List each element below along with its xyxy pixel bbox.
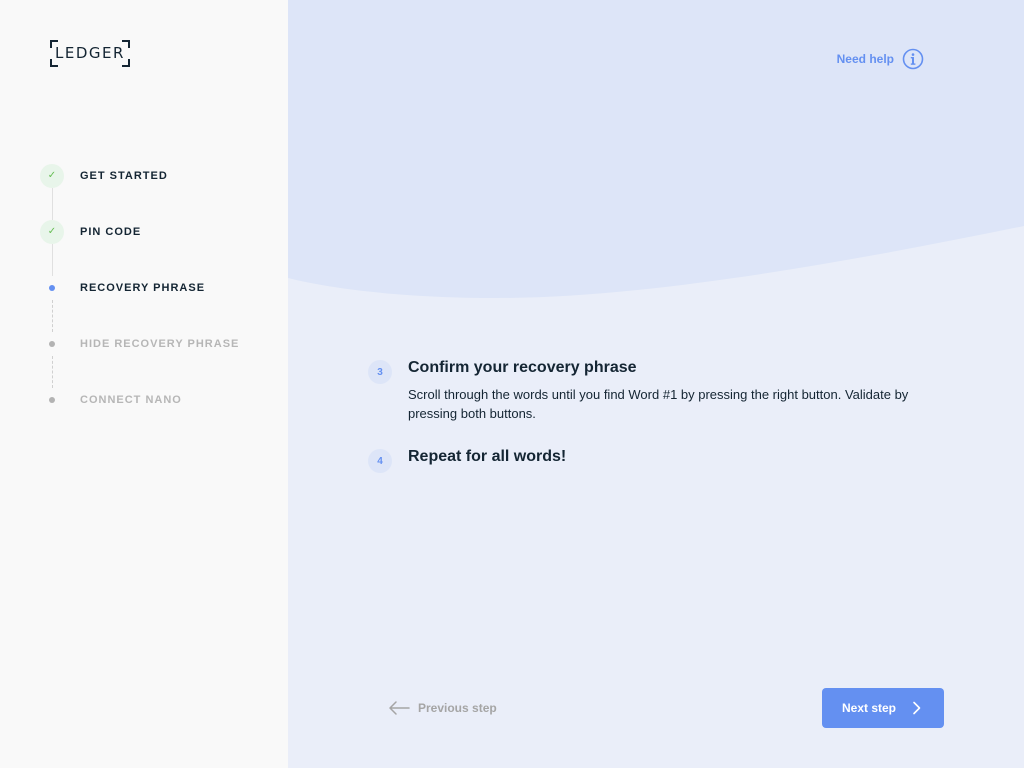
step-label: RECOVERY PHRASE: [80, 282, 206, 294]
previous-step-button[interactable]: Previous step: [388, 698, 497, 718]
main-panel: Need help 3 Confirm your recovery phrase…: [288, 0, 1024, 768]
dot-icon: [49, 397, 55, 403]
instruction-step-4: 4 Repeat for all words!: [368, 447, 938, 473]
background-wave: [288, 0, 1024, 298]
instruction-title: Confirm your recovery phrase: [408, 359, 637, 376]
ledger-logo: LEDGER: [50, 40, 130, 67]
step-recovery-phrase: RECOVERY PHRASE: [40, 276, 205, 300]
step-connector: [52, 300, 53, 332]
logo-text: LEDGER: [55, 44, 125, 62]
step-number-badge: 3: [368, 360, 392, 384]
info-icon: [902, 48, 924, 70]
step-connector: [52, 356, 53, 388]
dot-icon: [49, 341, 55, 347]
step-connector: [52, 188, 53, 220]
step-pin-code: ✓ PIN CODE: [40, 220, 141, 244]
instruction-title: Repeat for all words!: [408, 448, 567, 465]
step-label: GET STARTED: [80, 170, 168, 182]
previous-step-label: Previous step: [418, 701, 497, 715]
arrow-left-icon: [389, 701, 410, 715]
need-help-label: Need help: [836, 52, 894, 66]
next-step-label: Next step: [841, 701, 897, 715]
step-label: CONNECT NANO: [80, 394, 182, 406]
step-connect-nano: CONNECT NANO: [40, 388, 182, 412]
chevron-right-icon: [913, 701, 921, 715]
instruction-description: Scroll through the words until you find …: [408, 387, 909, 421]
step-label: PIN CODE: [80, 226, 142, 238]
next-step-button[interactable]: Next step: [822, 688, 944, 728]
check-icon: ✓: [40, 164, 64, 188]
sidebar: LEDGER ✓ GET STARTED ✓ PIN CODE RECOVERY…: [0, 0, 288, 768]
instruction-step-3: 3 Confirm your recovery phrase Scroll th…: [368, 358, 938, 423]
step-get-started: ✓ GET STARTED: [40, 164, 168, 188]
step-label: HIDE RECOVERY PHRASE: [80, 338, 240, 350]
active-dot-icon: [49, 285, 55, 291]
need-help-link[interactable]: Need help: [837, 48, 924, 70]
step-hide-recovery-phrase: HIDE RECOVERY PHRASE: [40, 332, 239, 356]
check-icon: ✓: [40, 220, 64, 244]
step-connector: [52, 244, 53, 276]
step-number-badge: 4: [368, 449, 392, 473]
